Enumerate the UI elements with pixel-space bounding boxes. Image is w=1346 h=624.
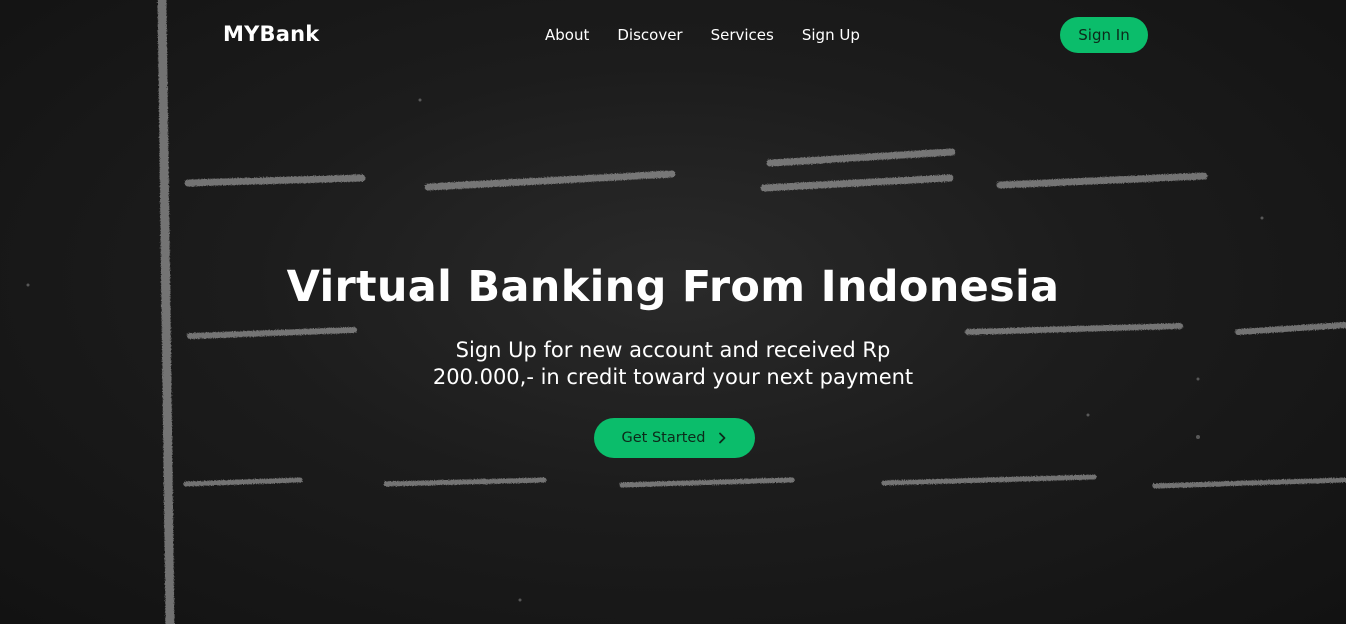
hero-section: MYBank About Discover Services Sign Up S… (0, 0, 1346, 624)
sign-in-button[interactable]: Sign In (1060, 17, 1148, 53)
get-started-label: Get Started (621, 430, 706, 446)
hero-title: Virtual Banking From Indonesia (286, 262, 1060, 312)
nav-link-discover[interactable]: Discover (617, 26, 682, 44)
brand-logo[interactable]: MYBank (223, 22, 319, 46)
chevron-right-icon (716, 432, 728, 444)
nav-links: About Discover Services Sign Up (545, 26, 888, 44)
hero-subtitle: Sign Up for new account and received Rp … (0, 337, 1346, 391)
nav-link-services[interactable]: Services (711, 26, 774, 44)
chalkboard-background (26, 0, 1346, 624)
hero-subtitle-line-1: Sign Up for new account and received Rp (455, 338, 891, 362)
nav-link-sign-up[interactable]: Sign Up (802, 26, 860, 44)
nav-link-about[interactable]: About (545, 26, 589, 44)
get-started-button[interactable]: Get Started (594, 418, 755, 458)
hero-subtitle-line-2: 200.000,- in credit toward your next pay… (432, 365, 914, 389)
navbar: MYBank About Discover Services Sign Up S… (0, 0, 1346, 72)
